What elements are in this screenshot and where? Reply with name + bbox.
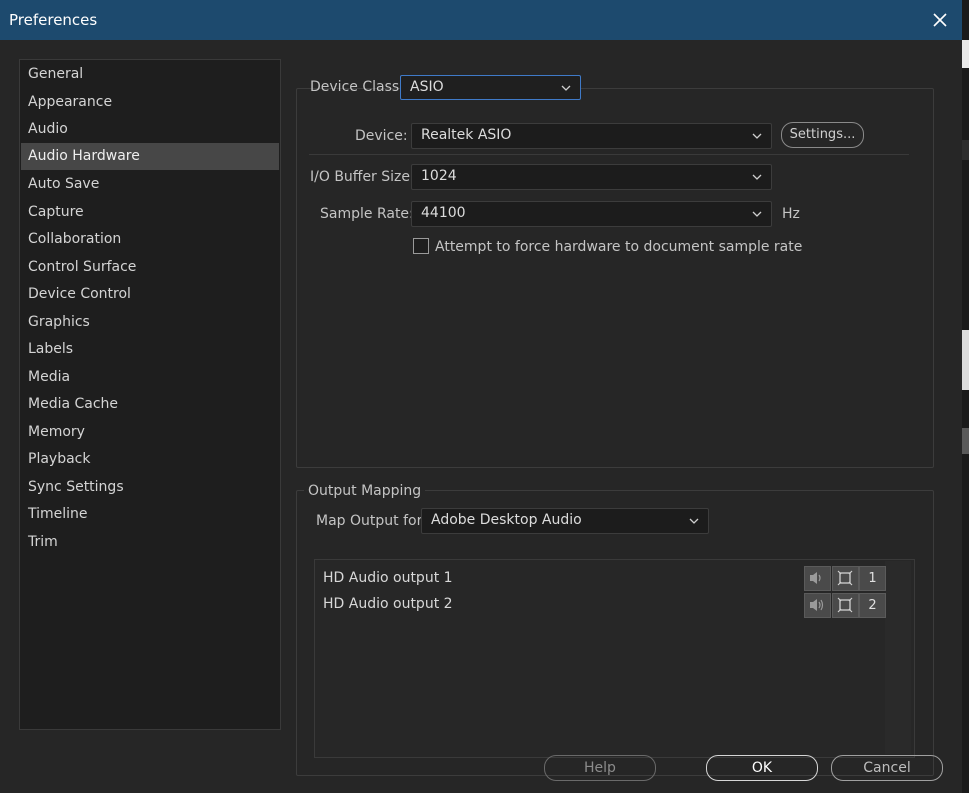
chevron-down-icon: [561, 85, 571, 91]
background-window-fragment: [962, 330, 969, 390]
channel-1-speaker-button[interactable]: [804, 566, 831, 591]
chevron-down-icon: [752, 133, 762, 139]
surround-icon: [837, 570, 853, 586]
sample-rate-label: Sample Rate:: [320, 206, 414, 222]
background-window-edge: [962, 0, 969, 793]
sidebar-item-label: Media: [28, 369, 71, 385]
output-mapping-heading: Output Mapping: [304, 483, 426, 499]
buffer-size-label: I/O Buffer Size:: [310, 169, 415, 185]
title-bar: Preferences: [0, 0, 962, 40]
sidebar-item-playback[interactable]: Playback: [21, 446, 279, 473]
map-output-value: Adobe Desktop Audio: [431, 512, 582, 528]
output-row-label: HD Audio output 2: [323, 596, 453, 612]
channel-2-speaker-button[interactable]: [804, 593, 831, 618]
sample-rate-dropdown[interactable]: 44100: [411, 201, 772, 227]
sample-rate-value: 44100: [421, 205, 466, 221]
channel-1-number[interactable]: 1: [859, 566, 886, 591]
force-sample-rate-label: Attempt to force hardware to document sa…: [435, 239, 803, 255]
sidebar-item-label: Memory: [28, 424, 85, 440]
background-window-fragment: [962, 428, 969, 454]
close-icon: [933, 13, 947, 27]
ok-button[interactable]: OK: [706, 755, 818, 781]
sidebar-item-label: Device Control: [28, 286, 131, 302]
sidebar-item-audio[interactable]: Audio: [21, 116, 279, 143]
sidebar-item-auto-save[interactable]: Auto Save: [21, 171, 279, 198]
sidebar-item-label: Auto Save: [28, 176, 100, 192]
close-button[interactable]: [924, 6, 956, 34]
buffer-size-dropdown[interactable]: 1024: [411, 164, 772, 190]
output-row-label: HD Audio output 1: [323, 570, 453, 586]
speaker-icon: [810, 599, 824, 611]
surround-icon: [837, 597, 853, 613]
device-class-label: Device Class:: [310, 79, 404, 95]
sidebar-item-label: Graphics: [28, 314, 90, 330]
sidebar-item-sync-settings[interactable]: Sync Settings: [21, 474, 279, 501]
sidebar-item-label: General: [28, 66, 84, 82]
sidebar-item-label: Audio Hardware: [28, 148, 140, 164]
force-sample-rate-checkbox[interactable]: [413, 238, 429, 254]
sidebar-item-label: Timeline: [28, 506, 88, 522]
sidebar-item-appearance[interactable]: Appearance: [21, 89, 279, 116]
sidebar-item-label: Playback: [28, 451, 91, 467]
sidebar-item-graphics[interactable]: Graphics: [21, 309, 279, 336]
sidebar-item-audio-hardware[interactable]: Audio Hardware: [21, 143, 279, 170]
sidebar-item-collaboration[interactable]: Collaboration: [21, 226, 279, 253]
channel-2-number[interactable]: 2: [859, 593, 886, 618]
sidebar-item-label: Media Cache: [28, 396, 119, 412]
sidebar-item-label: Trim: [28, 534, 58, 550]
sidebar-item-media-cache[interactable]: Media Cache: [21, 391, 279, 418]
sidebar-item-general[interactable]: General: [21, 61, 279, 88]
device-label: Device:: [355, 128, 408, 144]
chevron-down-icon: [689, 518, 699, 524]
help-button[interactable]: Help: [544, 755, 656, 781]
window-title: Preferences: [9, 11, 98, 29]
device-class-dropdown[interactable]: ASIO: [400, 75, 581, 100]
device-value: Realtek ASIO: [421, 127, 512, 143]
device-class-value: ASIO: [410, 79, 444, 95]
sidebar-item-memory[interactable]: Memory: [21, 419, 279, 446]
sidebar-item-media[interactable]: Media: [21, 364, 279, 391]
sidebar-item-labels[interactable]: Labels: [21, 336, 279, 363]
sample-rate-unit: Hz: [782, 206, 800, 222]
sidebar-item-label: Capture: [28, 204, 84, 220]
sidebar-item-label: Control Surface: [28, 259, 137, 275]
sidebar-item-trim[interactable]: Trim: [21, 529, 279, 556]
channel-2-surround-button[interactable]: [832, 593, 859, 618]
chevron-down-icon: [752, 211, 762, 217]
speaker-icon: [810, 572, 821, 584]
sidebar-item-label: Appearance: [28, 94, 113, 110]
sidebar-item-control-surface[interactable]: Control Surface: [21, 254, 279, 281]
sidebar-item-label: Collaboration: [28, 231, 122, 247]
sidebar-item-label: Labels: [28, 341, 74, 357]
sidebar-item-label: Audio: [28, 121, 68, 137]
sidebar-item-capture[interactable]: Capture: [21, 199, 279, 226]
chevron-down-icon: [752, 174, 762, 180]
background-window-fragment: [962, 40, 969, 68]
device-dropdown[interactable]: Realtek ASIO: [411, 123, 772, 149]
device-settings-button[interactable]: Settings...: [781, 122, 864, 148]
map-output-label: Map Output for:: [316, 513, 427, 529]
cancel-button[interactable]: Cancel: [831, 755, 943, 781]
buffer-size-value: 1024: [421, 168, 457, 184]
divider: [309, 154, 909, 155]
sidebar-item-device-control[interactable]: Device Control: [21, 281, 279, 308]
sidebar-item-timeline[interactable]: Timeline: [21, 501, 279, 528]
sidebar-item-label: Sync Settings: [28, 479, 124, 495]
background-window-fragment: [962, 140, 969, 160]
preferences-sidebar: General Appearance Audio Audio Hardware …: [19, 59, 281, 730]
list-scrollbar[interactable]: [885, 561, 911, 754]
map-output-dropdown[interactable]: Adobe Desktop Audio: [421, 508, 709, 534]
channel-1-surround-button[interactable]: [832, 566, 859, 591]
